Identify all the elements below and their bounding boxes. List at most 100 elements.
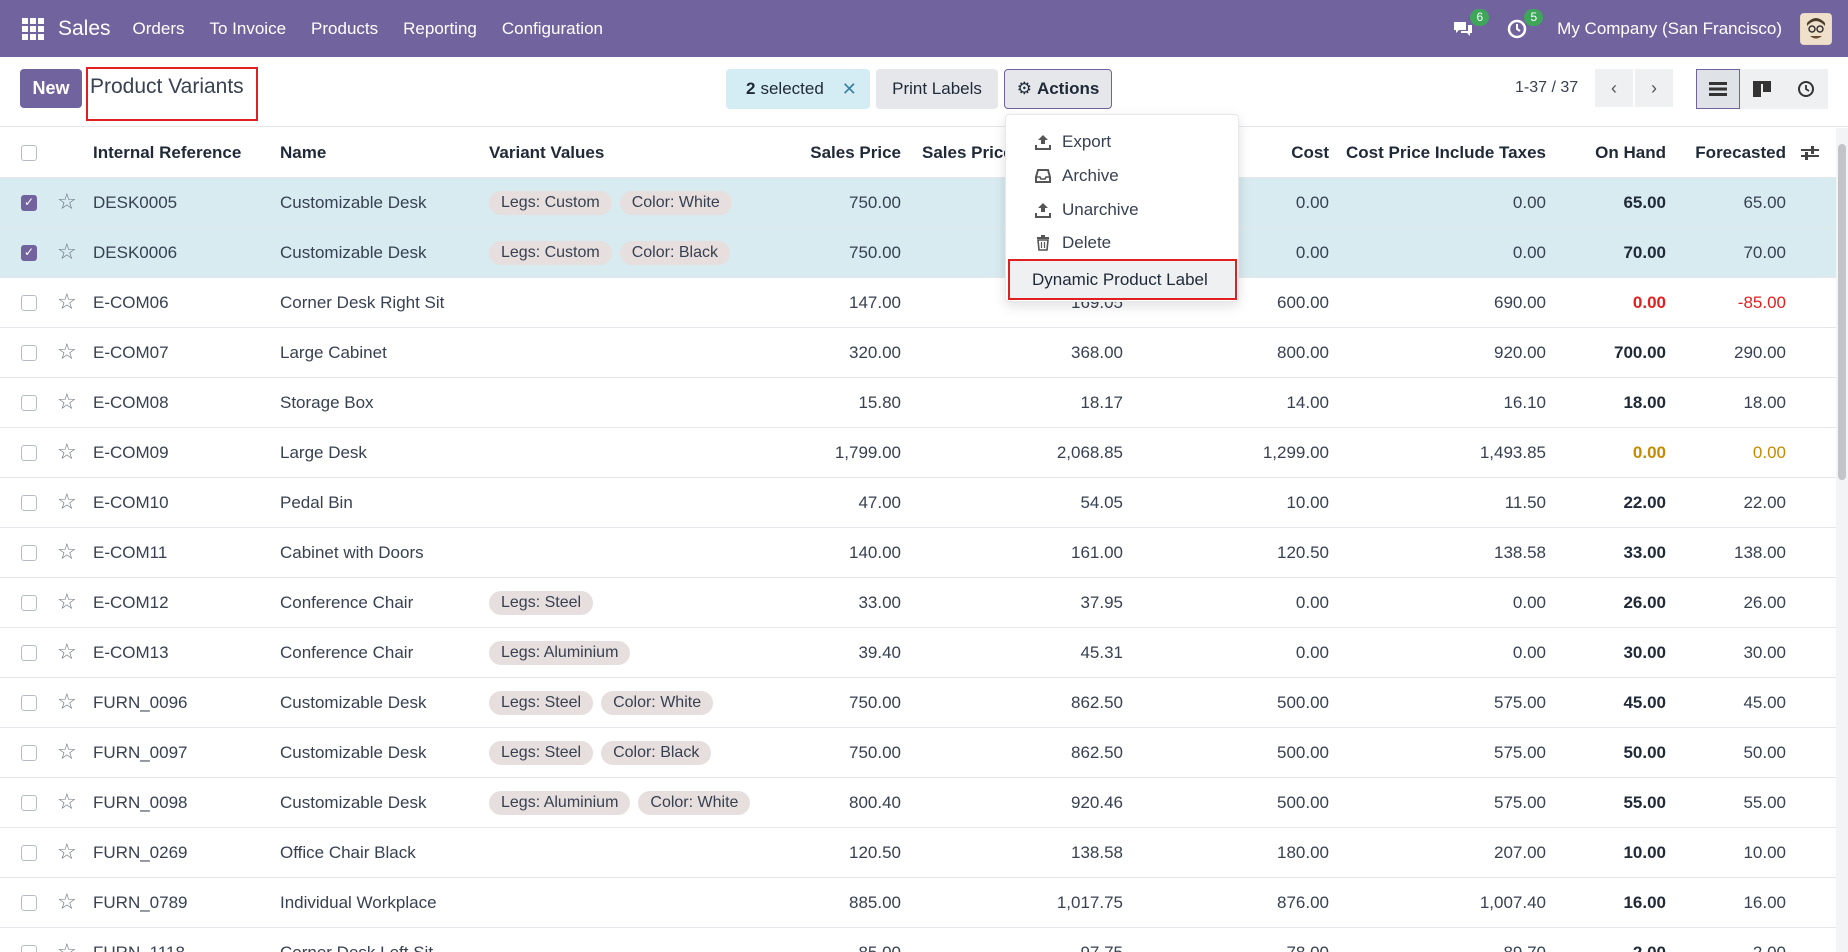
app-brand[interactable]: Sales <box>58 17 111 41</box>
menu-item-archive[interactable]: Archive <box>1034 161 1119 191</box>
row-checkbox[interactable] <box>21 395 37 411</box>
row-checkbox[interactable] <box>21 745 37 761</box>
pager-value[interactable]: 1-37 / 37 <box>1515 79 1578 97</box>
table-row[interactable]: ☆ E-COM11 Cabinet with Doors 140.00 161.00 12… <box>0 528 1836 578</box>
favorite-star-icon[interactable]: ☆ <box>57 190 77 214</box>
cell-name: Individual Workplace <box>280 893 437 912</box>
menu-item-export[interactable]: Export <box>1034 127 1111 157</box>
table-row[interactable]: ☆ E-COM09 Large Desk 1,799.00 2,068.85 1,299.… <box>0 428 1836 478</box>
row-checkbox[interactable] <box>21 545 37 561</box>
kanban-view-icon[interactable] <box>1740 69 1784 109</box>
menu-reporting[interactable]: Reporting <box>403 19 477 39</box>
apps-menu-icon[interactable] <box>22 17 44 40</box>
table-row[interactable]: ☆ E-COM08 Storage Box 15.80 18.17 14.00 16.10 1… <box>0 378 1836 428</box>
favorite-star-icon[interactable]: ☆ <box>57 640 77 664</box>
variant-tag: Legs: Aluminium <box>489 641 631 665</box>
menu-item-dynamic-product-label[interactable]: Dynamic Product Label <box>1008 259 1237 300</box>
row-checkbox[interactable] <box>21 895 37 911</box>
table-row[interactable]: ☆ FURN_0097 Customizable Desk Legs: Steel Co… <box>0 728 1836 778</box>
cell-on-hand: 26.00 <box>1623 593 1666 612</box>
row-checkbox[interactable] <box>21 495 37 511</box>
menu-item-delete[interactable]: Delete <box>1034 228 1111 258</box>
print-labels-button[interactable]: Print Labels <box>876 69 998 109</box>
table-row[interactable]: ☆ FURN_0098 Customizable Desk Legs: Alumini… <box>0 778 1836 828</box>
company-switcher[interactable]: My Company (San Francisco) <box>1557 19 1782 39</box>
actions-button[interactable]: ⚙ Actions <box>1004 69 1112 109</box>
scrollbar-thumb[interactable] <box>1838 144 1846 480</box>
favorite-star-icon[interactable]: ☆ <box>57 690 77 714</box>
activity-clock-icon[interactable]: 5 <box>1503 8 1544 43</box>
cell-cost-price-include-taxes: 575.00 <box>1494 793 1546 812</box>
header-variant-values[interactable]: Variant Values <box>489 128 789 178</box>
favorite-star-icon[interactable]: ☆ <box>57 840 77 864</box>
table-row[interactable]: ☆ E-COM06 Corner Desk Right Sit 147.00 169.0… <box>0 278 1836 328</box>
table-row[interactable]: ☆ FURN_0269 Office Chair Black 120.50 138.58… <box>0 828 1836 878</box>
cell-forecasted: 50.00 <box>1743 743 1786 762</box>
favorite-star-icon[interactable]: ☆ <box>57 390 77 414</box>
favorite-star-icon[interactable]: ☆ <box>57 540 77 564</box>
menu-item-unarchive[interactable]: Unarchive <box>1034 195 1139 225</box>
table-row[interactable]: ☆ DESK0006 Customizable Desk Legs: Custom Co… <box>0 228 1836 278</box>
table-row[interactable]: ☆ E-COM10 Pedal Bin 47.00 54.05 10.00 11.50 22.… <box>0 478 1836 528</box>
row-checkbox[interactable] <box>21 345 37 361</box>
pager-next-icon[interactable]: › <box>1635 69 1673 107</box>
activity-view-icon[interactable] <box>1784 69 1828 109</box>
cell-variant-values <box>489 428 789 478</box>
header-sales-price[interactable]: Sales Price <box>760 128 901 178</box>
row-checkbox[interactable] <box>21 295 37 311</box>
table-row[interactable]: ☆ FURN_0096 Customizable Desk Legs: Steel Co… <box>0 678 1836 728</box>
table-row[interactable]: ☆ DESK0005 Customizable Desk Legs: Custom Co… <box>0 178 1836 228</box>
favorite-star-icon[interactable]: ☆ <box>57 790 77 814</box>
header-forecasted[interactable]: Forecasted <box>1680 128 1786 178</box>
header-sales-price-tax[interactable]: Sales Price <box>922 128 1013 178</box>
row-checkbox[interactable] <box>21 445 37 461</box>
favorite-star-icon[interactable]: ☆ <box>57 940 77 952</box>
favorite-star-icon[interactable]: ☆ <box>57 590 77 614</box>
favorite-star-icon[interactable]: ☆ <box>57 440 77 464</box>
row-checkbox[interactable] <box>21 945 37 952</box>
table-row[interactable]: ☆ E-COM13 Conference Chair Legs: Aluminium 3… <box>0 628 1836 678</box>
header-name[interactable]: Name <box>280 128 485 178</box>
menu-configuration[interactable]: Configuration <box>502 19 603 39</box>
favorite-star-icon[interactable]: ☆ <box>57 490 77 514</box>
favorite-star-icon[interactable]: ☆ <box>57 740 77 764</box>
cell-sales-price-tax: 368.00 <box>1071 343 1123 362</box>
vertical-scrollbar[interactable] <box>1836 128 1848 952</box>
table-row[interactable]: ☆ FURN_0789 Individual Workplace 885.00 1,01… <box>0 878 1836 928</box>
row-checkbox[interactable] <box>21 645 37 661</box>
cell-sales-price-tax: 45.31 <box>1080 643 1123 662</box>
menu-to-invoice[interactable]: To Invoice <box>210 19 287 39</box>
menu-products[interactable]: Products <box>311 19 378 39</box>
table-row[interactable]: ☆ FURN_1118 Corner Desk Left Sit 85.00 97.75… <box>0 928 1836 952</box>
menu-orders[interactable]: Orders <box>133 19 185 39</box>
pager-previous-icon[interactable]: ‹ <box>1595 69 1633 107</box>
cell-variant-values: Legs: Custom Color: Black <box>489 228 789 278</box>
header-cost-price-include-taxes[interactable]: Cost Price Include Taxes <box>1340 128 1546 178</box>
user-avatar[interactable] <box>1800 12 1832 45</box>
favorite-star-icon[interactable]: ☆ <box>57 240 77 264</box>
cell-variant-values: Legs: Steel Color: White <box>489 678 789 728</box>
cell-sales-price: 147.00 <box>849 293 901 312</box>
table-row[interactable]: ☆ E-COM12 Conference Chair Legs: Steel 33.00… <box>0 578 1836 628</box>
row-checkbox[interactable] <box>21 195 37 211</box>
optional-columns-icon[interactable] <box>1798 128 1822 178</box>
new-button[interactable]: New <box>20 69 82 108</box>
favorite-star-icon[interactable]: ☆ <box>57 290 77 314</box>
chat-icon[interactable]: 6 <box>1449 8 1490 43</box>
variant-tag: Legs: Steel <box>489 591 594 615</box>
row-checkbox[interactable] <box>21 795 37 811</box>
favorite-star-icon[interactable]: ☆ <box>57 890 77 914</box>
header-internal-reference[interactable]: Internal Reference <box>93 128 273 178</box>
select-all-checkbox[interactable] <box>21 145 37 161</box>
row-checkbox[interactable] <box>21 695 37 711</box>
clear-selection-icon[interactable]: ✕ <box>842 79 857 100</box>
table-row[interactable]: ☆ E-COM07 Large Cabinet 320.00 368.00 800.00 9… <box>0 328 1836 378</box>
row-checkbox[interactable] <box>21 845 37 861</box>
cell-internal-reference: E-COM06 <box>93 293 169 312</box>
list-view-icon[interactable] <box>1696 69 1740 109</box>
favorite-star-icon[interactable]: ☆ <box>57 340 77 364</box>
row-checkbox[interactable] <box>21 595 37 611</box>
cell-cost-price-include-taxes: 575.00 <box>1494 743 1546 762</box>
row-checkbox[interactable] <box>21 245 37 261</box>
header-on-hand[interactable]: On Hand <box>1560 128 1666 178</box>
